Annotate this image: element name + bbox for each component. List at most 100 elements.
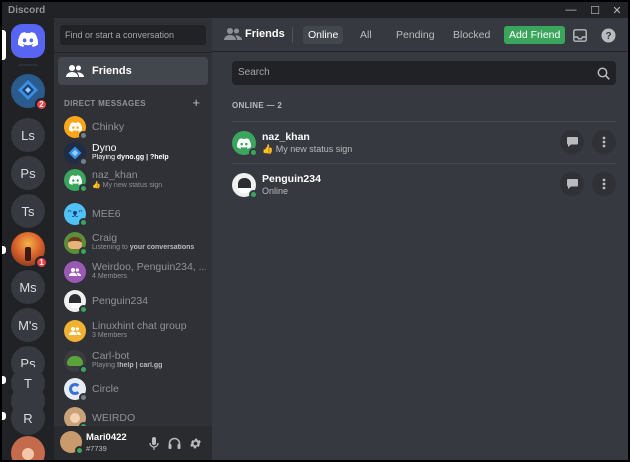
server-image[interactable]: 1 xyxy=(11,232,48,269)
message-button[interactable] xyxy=(560,172,584,196)
status-indicator xyxy=(79,157,88,166)
discord-logo-icon xyxy=(18,32,39,50)
create-dm-icon[interactable]: + xyxy=(192,96,200,109)
friend-status: 👍 My new status sign xyxy=(262,144,353,154)
dm-item-circle[interactable]: Circle xyxy=(58,377,208,402)
user-panel: Mari0422 #7739 xyxy=(54,426,212,460)
direct-messages-header: DIRECT MESSAGES + xyxy=(64,96,200,109)
page-title: Friends xyxy=(245,28,285,40)
friend-row-naz-khan[interactable]: naz_khan 👍 My new status sign xyxy=(232,121,616,165)
more-options-button[interactable] xyxy=(592,130,616,154)
avatar xyxy=(64,290,88,314)
avatar xyxy=(64,261,86,283)
username: Mari0422 xyxy=(86,432,127,443)
avatar xyxy=(64,232,88,256)
home-button[interactable] xyxy=(11,24,45,58)
tab-pending[interactable]: Pending xyxy=(391,26,440,44)
message-icon xyxy=(566,179,578,189)
dm-column: Find or start a conversation Friends DIR… xyxy=(54,18,212,460)
dm-name: Linuxhint chat group xyxy=(92,320,187,332)
svg-text:?: ? xyxy=(605,31,611,42)
dm-name: naz_khan xyxy=(92,169,138,181)
close-button[interactable]: ✕ xyxy=(606,2,628,18)
dm-name: MEE6 xyxy=(92,208,121,220)
search-placeholder: Search xyxy=(238,67,270,78)
main-panel: Friends Online All Pending Blocked Add F… xyxy=(212,18,628,460)
server-r[interactable]: R xyxy=(11,401,45,435)
selected-indicator xyxy=(2,30,6,60)
online-count-header: ONLINE — 2 xyxy=(232,101,283,110)
avatar xyxy=(232,173,258,199)
avatar xyxy=(64,350,88,374)
server-ls[interactable]: Ls xyxy=(11,118,45,152)
dm-item-naz-khan[interactable]: naz_khan 👍 My new status sign xyxy=(58,168,208,193)
microphone-icon[interactable] xyxy=(147,436,161,450)
avatar xyxy=(64,116,88,140)
maximize-button[interactable]: ☐ xyxy=(584,2,606,18)
activity-detail: your conversations xyxy=(129,244,195,251)
settings-gear-icon[interactable] xyxy=(188,436,202,450)
status-indicator xyxy=(75,446,84,455)
server-rail: 2 Ls Ps Ts 1 Ms M's Ps T R xyxy=(2,18,54,460)
headphones-icon[interactable] xyxy=(167,436,181,450)
dm-item-craig[interactable]: Craig Listening to your conversations xyxy=(58,231,208,256)
header-divider xyxy=(292,27,293,43)
friend-name: Penguin234 xyxy=(262,173,321,185)
more-options-button[interactable] xyxy=(592,172,616,196)
tab-blocked[interactable]: Blocked xyxy=(448,26,495,44)
dm-name: Craig xyxy=(92,232,118,244)
unread-indicator xyxy=(2,246,6,254)
penguin-icon xyxy=(237,177,251,193)
message-button[interactable] xyxy=(560,130,584,154)
mention-badge: 1 xyxy=(35,256,48,269)
inbox-icon[interactable] xyxy=(572,27,588,43)
dm-item-mee6[interactable]: ᵔᴥᵔ MEE6 xyxy=(58,202,208,227)
message-icon xyxy=(566,137,578,147)
server-ts[interactable]: Ts xyxy=(11,194,45,228)
photo-icon xyxy=(70,413,80,423)
server-m-s[interactable]: M's xyxy=(11,308,45,342)
server-dyno[interactable]: 2 xyxy=(11,74,48,111)
user-avatar[interactable] xyxy=(60,431,84,455)
activity-prefix: Playing xyxy=(92,362,117,369)
circle-logo-icon xyxy=(69,383,81,395)
activity-prefix: Playing xyxy=(92,154,117,161)
minimize-button[interactable]: — xyxy=(560,2,582,18)
friends-search-input[interactable]: Search xyxy=(232,61,616,85)
tab-online[interactable]: Online xyxy=(303,26,344,44)
dm-item-dyno[interactable]: Dyno Playing dyno.gg | ?help xyxy=(58,141,208,166)
server-photo[interactable] xyxy=(11,436,45,460)
add-friend-button[interactable]: Add Friend xyxy=(504,26,566,44)
server-ps[interactable]: Ps xyxy=(11,156,45,190)
search-icon xyxy=(597,66,610,90)
rail-divider xyxy=(18,64,38,66)
avatar: ᵔᴥᵔ xyxy=(64,203,88,227)
friend-name: naz_khan xyxy=(262,131,310,143)
help-icon[interactable]: ? xyxy=(600,27,616,43)
mention-badge: 2 xyxy=(35,98,48,111)
dm-activity: Listening to your conversations xyxy=(92,244,206,251)
friend-row-penguin234[interactable]: Penguin234 Online xyxy=(232,163,616,207)
friends-label: Friends xyxy=(92,65,132,77)
divider xyxy=(54,52,212,53)
conversation-search-button[interactable]: Find or start a conversation xyxy=(60,25,206,45)
server-ms[interactable]: Ms xyxy=(11,270,45,304)
dm-item-group-weirdoo[interactable]: Weirdoo, Penguin234, ... 4 Members xyxy=(58,260,208,284)
dm-item-penguin234[interactable]: Penguin234 xyxy=(58,289,208,314)
friend-status: Online xyxy=(262,186,289,196)
friends-nav-item[interactable]: Friends xyxy=(58,57,208,85)
tab-all[interactable]: All xyxy=(355,26,377,44)
group-icon xyxy=(69,268,81,276)
activity-prefix: Listening to xyxy=(92,244,130,251)
more-vertical-icon xyxy=(602,178,606,190)
photo-icon xyxy=(22,448,34,460)
dm-item-linuxhint-group[interactable]: Linuxhint chat group 3 Members xyxy=(58,319,208,343)
status-indicator xyxy=(79,393,88,402)
activity-detail: dyno.gg | ?help xyxy=(116,154,169,161)
friends-icon xyxy=(66,64,86,78)
member-count: 4 Members xyxy=(92,273,128,280)
discord-logo-icon xyxy=(237,137,251,149)
server-t[interactable]: T xyxy=(11,366,45,400)
dm-item-carl-bot[interactable]: Carl-bot Playing !help | carl.gg xyxy=(58,349,208,374)
dm-item-chinky[interactable]: Chinky xyxy=(58,115,208,140)
